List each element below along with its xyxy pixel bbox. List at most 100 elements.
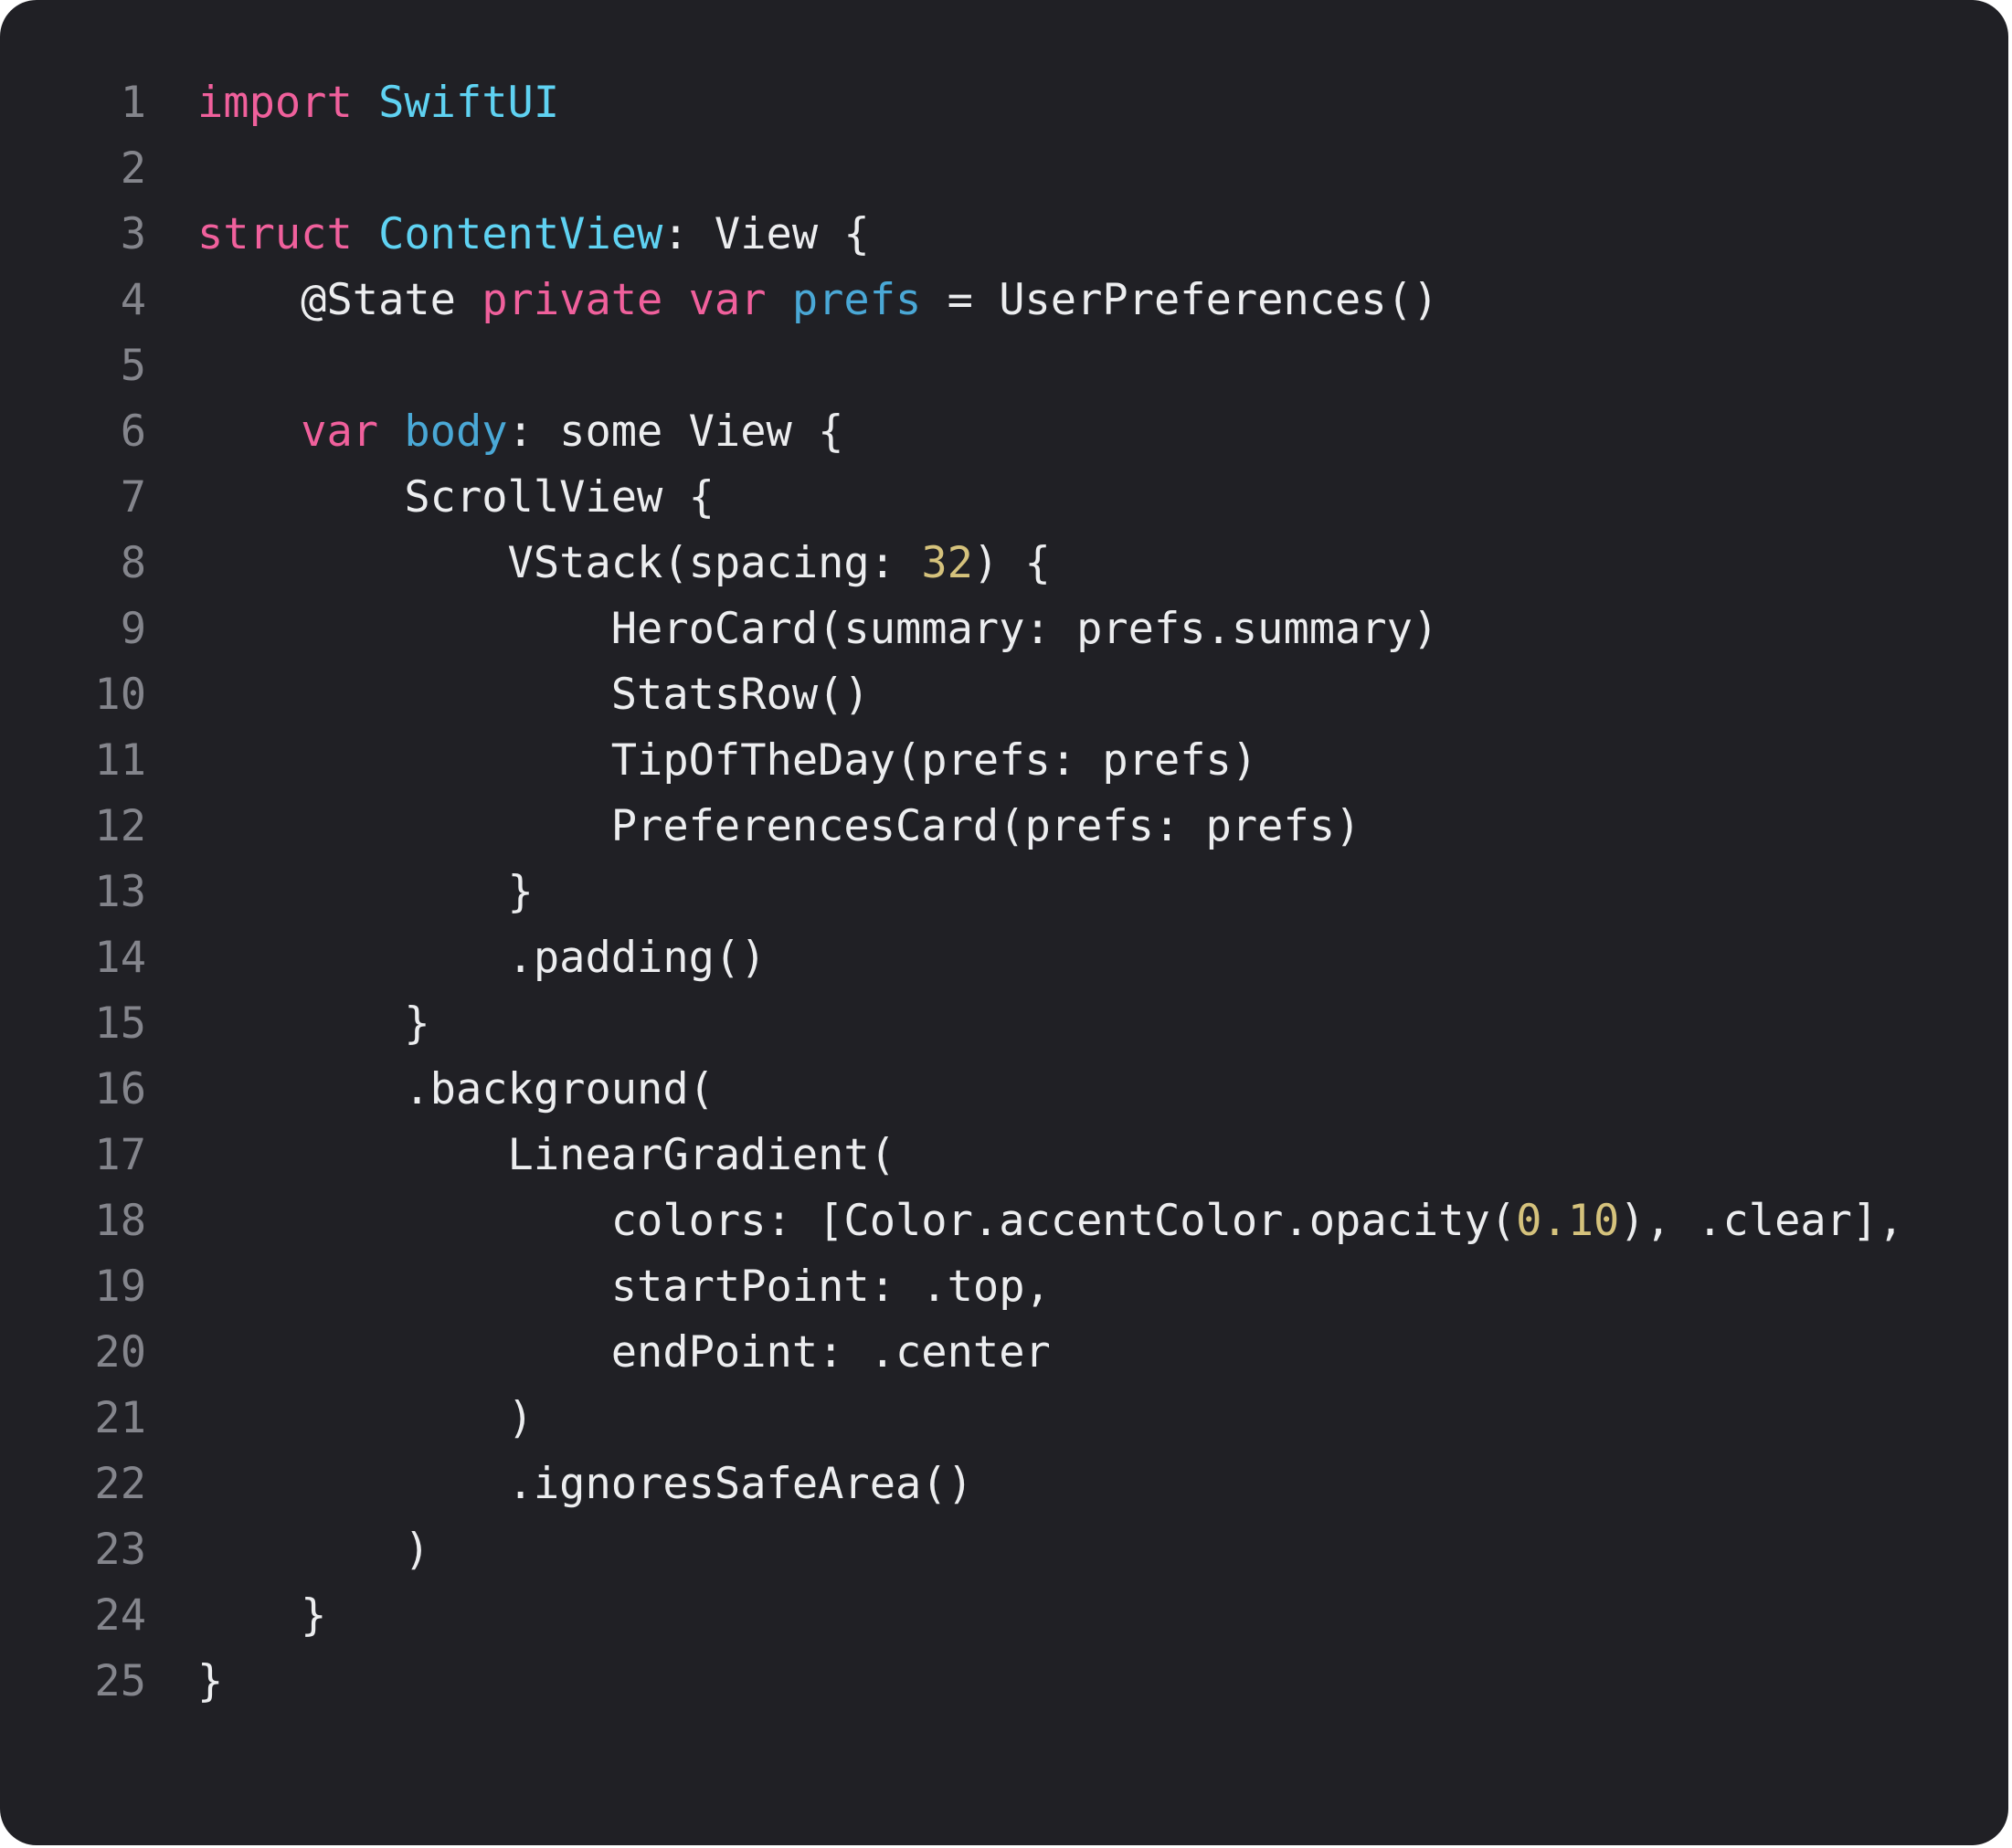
code-token: } — [197, 1590, 327, 1641]
code-token: .padding() — [197, 933, 767, 983]
code-line: 2 — [0, 136, 2008, 202]
code-text: .padding() — [197, 925, 767, 991]
code-token: ContentView — [378, 209, 663, 259]
code-text: } — [197, 991, 430, 1057]
code-token: import — [197, 78, 353, 128]
code-token: StatsRow() — [197, 670, 870, 720]
code-line: 17 LinearGradient( — [0, 1123, 2008, 1188]
code-text: var body: some View { — [197, 399, 843, 465]
code-token: 0.10 — [1516, 1196, 1620, 1246]
code-token: } — [197, 998, 430, 1049]
code-line: 25} — [0, 1649, 2008, 1715]
code-token: = UserPreferences() — [921, 275, 1439, 325]
code-line: 8 VStack(spacing: 32) { — [0, 531, 2008, 597]
code-token: } — [197, 1656, 224, 1706]
code-token: } — [197, 867, 534, 917]
code-token: : View { — [662, 209, 870, 259]
code-line: 12 PreferencesCard(prefs: prefs) — [0, 794, 2008, 860]
code-line: 13 } — [0, 860, 2008, 925]
code-line: 22 .ignoresSafeArea() — [0, 1452, 2008, 1517]
code-token: private — [482, 275, 663, 325]
code-line: 21 ) — [0, 1386, 2008, 1452]
code-text: colors: [Color.accentColor.opacity(0.10)… — [197, 1188, 1904, 1254]
line-number: 6 — [120, 407, 146, 457]
code-token: colors: [Color.accentColor.opacity( — [197, 1196, 1517, 1246]
code-text: struct ContentView: View { — [197, 202, 870, 268]
line-number: 22 — [94, 1459, 146, 1509]
code-line: 9 HeroCard(summary: prefs.summary) — [0, 597, 2008, 662]
code-text: startPoint: .top, — [197, 1254, 1051, 1320]
code-token: ScrollView { — [197, 472, 715, 523]
line-number: 10 — [94, 670, 146, 720]
line-number: 8 — [120, 538, 146, 588]
code-token: ) — [197, 1525, 430, 1575]
code-text: } — [197, 1583, 326, 1649]
code-token: ) { — [972, 538, 1051, 588]
code-token: 32 — [921, 538, 973, 588]
line-number: 2 — [120, 143, 146, 194]
code-line: 5 — [0, 333, 2008, 399]
line-number: 9 — [120, 604, 146, 654]
code-token: ) — [197, 1393, 534, 1443]
code-text: TipOfTheDay(prefs: prefs) — [197, 728, 1257, 794]
line-number: 25 — [94, 1656, 146, 1706]
code-area[interactable]: 1 import SwiftUI 2 3 struct ContentView: Vie… — [0, 70, 2008, 1715]
code-token: VStack(spacing: — [197, 538, 922, 588]
code-text: LinearGradient( — [197, 1123, 895, 1188]
line-number: 20 — [94, 1327, 146, 1378]
code-text: @State private var prefs = UserPreferenc… — [197, 268, 1438, 333]
code-line: 18 colors: [Color.accentColor.opacity(0.… — [0, 1188, 2008, 1254]
line-number: 4 — [120, 275, 146, 325]
code-token: var — [688, 275, 767, 325]
line-number: 14 — [94, 933, 146, 983]
line-number: 19 — [94, 1262, 146, 1312]
line-number: 21 — [94, 1393, 146, 1443]
line-number: 11 — [94, 735, 146, 786]
code-line: 16 .background( — [0, 1057, 2008, 1123]
code-token: @State — [197, 275, 482, 325]
code-token: LinearGradient( — [197, 1130, 896, 1180]
code-token: .ignoresSafeArea() — [197, 1459, 973, 1509]
code-text: import SwiftUI — [197, 70, 559, 136]
code-text: ScrollView { — [197, 465, 715, 531]
code-token: HeroCard(summary: prefs.summary) — [197, 604, 1439, 654]
line-number: 12 — [94, 801, 146, 851]
code-text: StatsRow() — [197, 662, 870, 728]
code-editor[interactable]: 1 import SwiftUI 2 3 struct ContentView: Vie… — [0, 0, 2008, 1845]
code-text: VStack(spacing: 32) { — [197, 531, 1051, 597]
code-line: 20 endPoint: .center — [0, 1320, 2008, 1386]
code-line: 1 import SwiftUI — [0, 70, 2008, 136]
line-number: 18 — [94, 1196, 146, 1246]
code-line: 14 .padding() — [0, 925, 2008, 991]
code-text: ) — [197, 1386, 534, 1452]
code-token: PreferencesCard(prefs: prefs) — [197, 801, 1361, 851]
line-number: 7 — [120, 472, 146, 523]
code-token: : some View { — [507, 407, 844, 457]
code-token: prefs — [791, 275, 922, 325]
code-line: 19 startPoint: .top, — [0, 1254, 2008, 1320]
code-text: PreferencesCard(prefs: prefs) — [197, 794, 1361, 860]
code-line: 7 ScrollView { — [0, 465, 2008, 531]
code-token: ), .clear], — [1619, 1196, 1904, 1246]
code-text: ) — [197, 1517, 430, 1583]
code-line: 4 @State private var prefs = UserPrefere… — [0, 268, 2008, 333]
code-text: .background( — [197, 1057, 715, 1123]
code-line: 24 } — [0, 1583, 2008, 1649]
code-token: struct — [197, 209, 353, 259]
line-number: 24 — [94, 1590, 146, 1641]
line-number: 16 — [94, 1064, 146, 1114]
line-number: 13 — [94, 867, 146, 917]
code-token: startPoint: .top, — [197, 1262, 1051, 1312]
code-token: endPoint: .center — [197, 1327, 1051, 1378]
code-line: 11 TipOfTheDay(prefs: prefs) — [0, 728, 2008, 794]
code-token: SwiftUI — [378, 78, 560, 128]
code-text: } — [197, 860, 534, 925]
code-text: } — [197, 1649, 223, 1715]
line-number: 5 — [120, 341, 146, 391]
code-line: 3 struct ContentView: View { — [0, 202, 2008, 268]
code-text: .ignoresSafeArea() — [197, 1452, 973, 1517]
